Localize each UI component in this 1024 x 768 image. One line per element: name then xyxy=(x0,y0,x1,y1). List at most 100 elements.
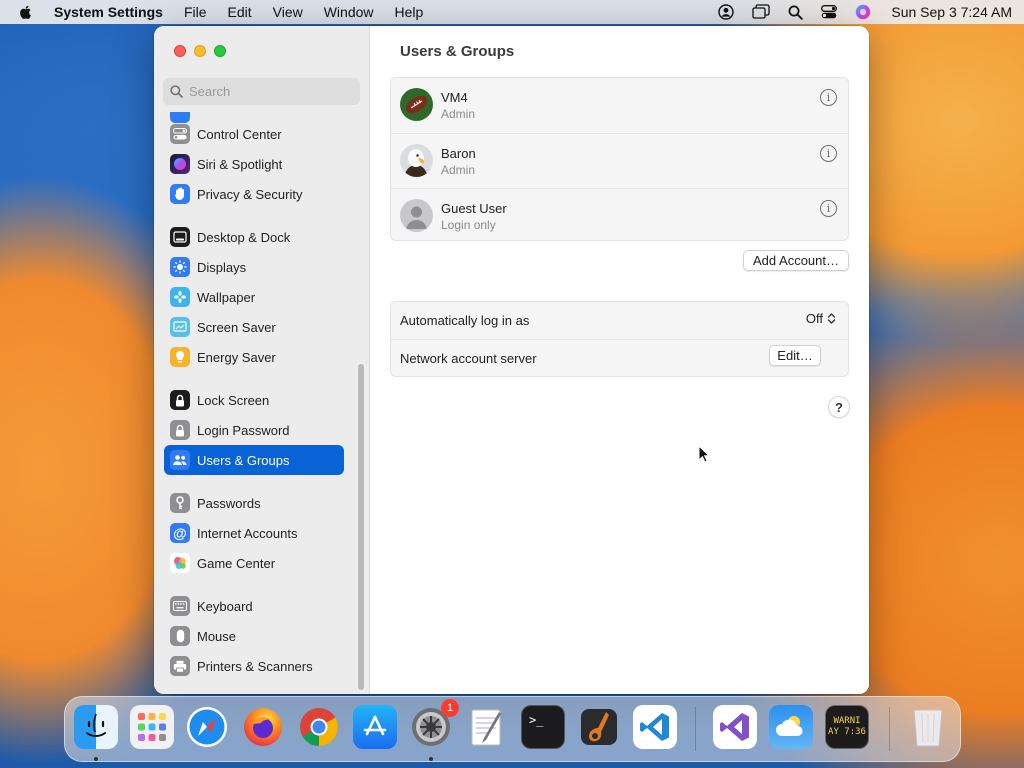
close-button[interactable] xyxy=(174,45,186,57)
mouse-icon xyxy=(170,626,190,646)
menu-app-name[interactable]: System Settings xyxy=(54,4,163,20)
sidebar-item-privacy-security[interactable]: Privacy & Security xyxy=(164,179,344,209)
auto-login-label: Automatically log in as xyxy=(400,313,530,328)
guest-avatar xyxy=(400,199,433,232)
sidebar-item-energy-saver[interactable]: Energy Saver xyxy=(164,342,344,372)
at-icon: @ xyxy=(170,523,190,543)
screen-saver-icon xyxy=(170,317,190,337)
sidebar-item-desktop-dock[interactable]: Desktop & Dock xyxy=(164,222,344,252)
apple-menu-icon[interactable] xyxy=(18,4,34,20)
search-placeholder: Search xyxy=(189,84,231,99)
sidebar-item-label: Internet Accounts xyxy=(197,525,298,541)
screen-mirroring-icon[interactable] xyxy=(752,4,771,20)
app-store-icon[interactable] xyxy=(353,705,397,749)
user-role: Admin xyxy=(441,163,476,177)
sidebar-item-screen-saver[interactable]: Screen Saver xyxy=(164,312,344,342)
firefox-icon[interactable] xyxy=(241,705,285,749)
users-list: VM4 Admin i Baron Admin i Guest User Log… xyxy=(390,77,849,241)
sidebar-item-siri-spotlight[interactable]: Siri & Spotlight xyxy=(164,149,344,179)
eagle-avatar xyxy=(400,144,433,177)
sidebar-item-internet-accounts[interactable]: @ Internet Accounts xyxy=(164,518,344,548)
visual-studio-icon[interactable] xyxy=(713,705,757,749)
help-button[interactable]: ? xyxy=(828,396,850,418)
console-line-2: AY 7:36 xyxy=(828,727,866,737)
lock-icon xyxy=(170,390,190,410)
sidebar-item-users-groups[interactable]: Users & Groups xyxy=(164,445,344,475)
sidebar-item-label: Users & Groups xyxy=(197,452,290,468)
vscode-icon[interactable] xyxy=(633,705,677,749)
sidebar-item-label: Energy Saver xyxy=(197,349,276,365)
launchpad-icon[interactable] xyxy=(130,705,174,749)
menu-window[interactable]: Window xyxy=(324,4,374,20)
chrome-icon[interactable] xyxy=(297,705,341,749)
sidebar-item-wallpaper[interactable]: Wallpaper xyxy=(164,282,344,312)
safari-icon[interactable] xyxy=(185,705,229,749)
dock-separator xyxy=(889,707,890,751)
sidebar-item-login-password[interactable]: Login Password xyxy=(164,415,344,445)
user-name: Guest User xyxy=(441,201,507,216)
search-icon xyxy=(170,85,183,98)
dock-separator xyxy=(695,707,696,751)
sidebar-item-label: Displays xyxy=(197,259,247,275)
system-settings-icon[interactable]: 1 xyxy=(409,699,459,749)
search-input[interactable]: Search xyxy=(163,78,360,105)
info-icon[interactable]: i xyxy=(820,200,837,217)
zoom-button[interactable] xyxy=(214,45,226,57)
finder-icon[interactable] xyxy=(74,705,118,749)
game-center-icon xyxy=(170,553,190,573)
page-title: Users & Groups xyxy=(400,43,515,60)
control-center-icon[interactable] xyxy=(821,5,838,19)
sidebar-item-keyboard[interactable]: Keyboard xyxy=(164,591,344,621)
terminal-icon[interactable]: >_ xyxy=(521,705,565,749)
user-row-guest[interactable]: Guest User Login only i xyxy=(391,188,848,243)
window-controls xyxy=(174,45,226,57)
textedit-icon[interactable] xyxy=(465,705,509,749)
sidebar-item-label: Printers & Scanners xyxy=(197,658,313,674)
sidebar-item-label: Keyboard xyxy=(197,598,253,614)
sidebar-item-passwords[interactable]: Passwords xyxy=(164,488,344,518)
flower-icon xyxy=(170,287,190,307)
sidebar-scrollbar[interactable] xyxy=(358,364,364,690)
sidebar-item-lock-screen[interactable]: Lock Screen xyxy=(164,385,344,415)
menu-file[interactable]: File xyxy=(184,4,207,20)
menu-edit[interactable]: Edit xyxy=(228,4,252,20)
spotlight-search-icon[interactable] xyxy=(788,5,804,20)
garageband-icon[interactable] xyxy=(577,705,621,749)
sidebar-item-displays[interactable]: Displays xyxy=(164,252,344,282)
user-row-baron[interactable]: Baron Admin i xyxy=(391,133,848,188)
printer-icon xyxy=(170,656,190,676)
keyboard-icon xyxy=(170,596,190,616)
menu-clock[interactable]: Sun Sep 3 7:24 AM xyxy=(891,4,1012,20)
control-center-icon xyxy=(170,124,190,144)
user-account-icon[interactable] xyxy=(718,4,735,20)
edit-network-server-button[interactable]: Edit… xyxy=(769,345,821,366)
users-icon xyxy=(170,450,190,470)
auto-login-value: Off xyxy=(805,311,823,326)
sidebar-item-game-center[interactable]: Game Center xyxy=(164,548,344,578)
sidebar-item-mouse[interactable]: Mouse xyxy=(164,621,344,651)
auto-login-popup[interactable]: Off xyxy=(806,311,836,326)
sidebar-item-label: Wallpaper xyxy=(197,289,256,305)
desktop-icon xyxy=(170,227,190,247)
user-name: VM4 xyxy=(441,90,468,105)
sidebar-item-label: Passwords xyxy=(197,495,261,511)
weather-icon[interactable] xyxy=(769,705,813,749)
minimize-button[interactable] xyxy=(194,45,206,57)
sidebar-item-printers-scanners[interactable]: Printers & Scanners xyxy=(164,651,344,681)
add-account-button[interactable]: Add Account… xyxy=(743,250,849,271)
main-pane: Users & Groups VM4 Admin i Baron Admin i… xyxy=(371,26,869,694)
info-icon[interactable]: i xyxy=(820,145,837,162)
siri-icon[interactable] xyxy=(855,4,871,20)
menu-view[interactable]: View xyxy=(273,4,303,20)
bulb-icon xyxy=(170,347,190,367)
football-avatar xyxy=(400,88,433,121)
menu-help[interactable]: Help xyxy=(395,4,424,20)
console-icon[interactable]: WARNI AY 7:36 xyxy=(825,705,869,749)
finder-running-indicator xyxy=(94,757,98,761)
user-row-vm4[interactable]: VM4 Admin i xyxy=(391,78,848,133)
sidebar-item-label: Desktop & Dock xyxy=(197,229,291,245)
trash-icon[interactable] xyxy=(906,705,950,749)
sidebar-item-control-center[interactable]: Control Center xyxy=(164,119,344,149)
sun-icon xyxy=(170,257,190,277)
info-icon[interactable]: i xyxy=(820,89,837,106)
